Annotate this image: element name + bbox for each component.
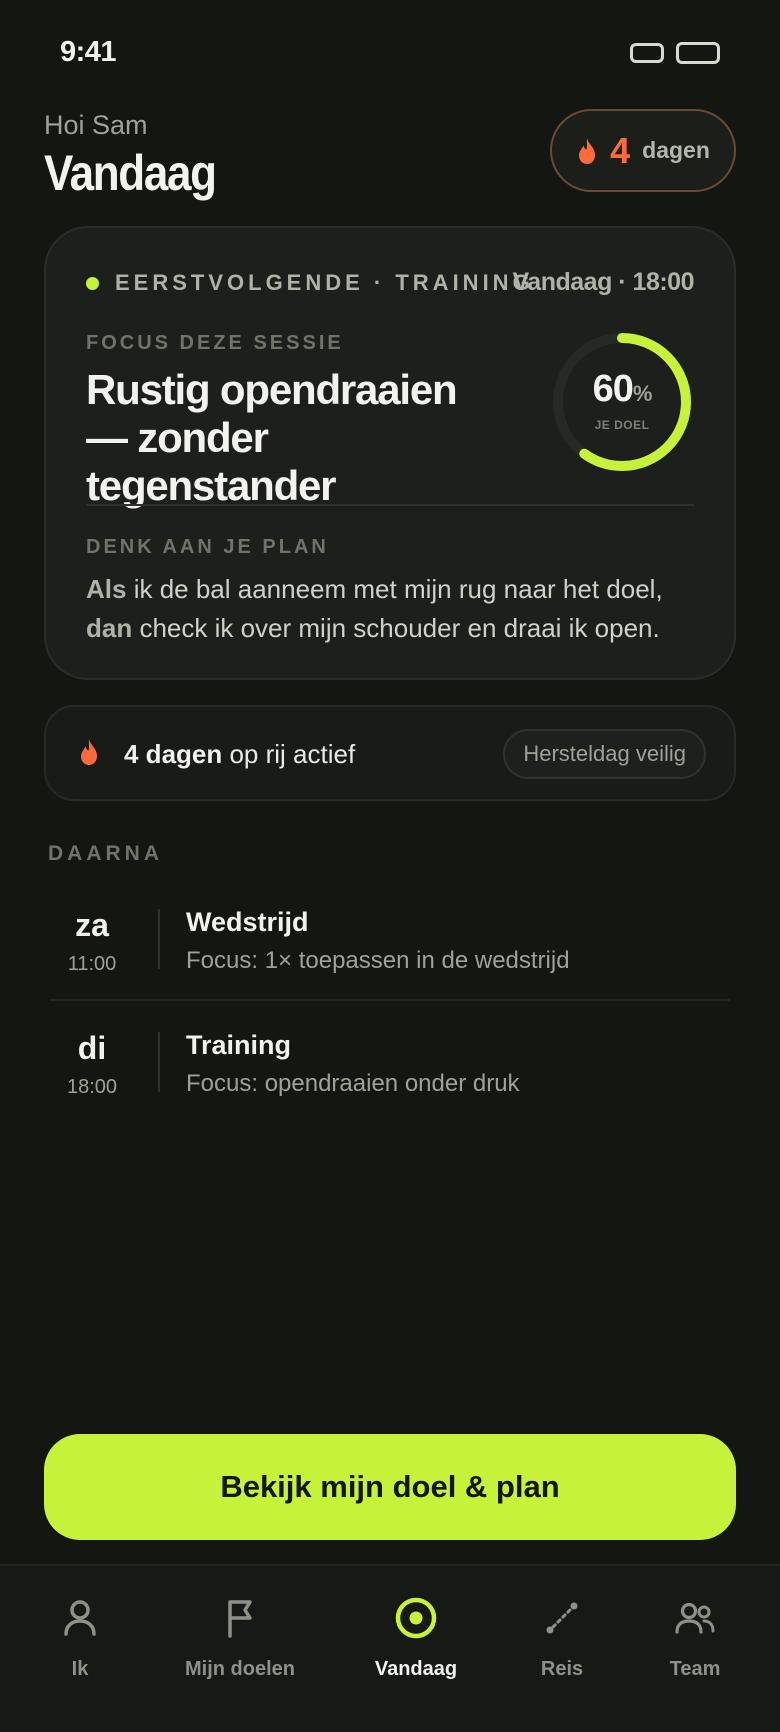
item-day: di: [77, 1030, 107, 1066]
signal-icon: [630, 43, 664, 63]
tab-vandaag[interactable]: Vandaag: [336, 1594, 496, 1681]
bottom-nav: Ik Mijn doelen Vandaag Reis Team: [0, 1564, 780, 1732]
journey-icon: [546, 1602, 578, 1634]
upcoming-label: DAARNA: [48, 842, 163, 865]
streak-badge[interactable]: 4 dagen: [550, 109, 736, 192]
status-time: 9:41: [60, 36, 117, 68]
tab-team[interactable]: Team: [615, 1594, 775, 1681]
status-bar: 9:41: [0, 0, 780, 100]
page-title: Vandaag: [44, 145, 217, 201]
session-kicker: EERSTVOLGENDE · TRAINING: [86, 270, 534, 296]
recovery-day-chip[interactable]: Hersteldag veilig: [503, 729, 706, 779]
streak-label: dagen: [642, 137, 710, 163]
battery-icon: [676, 42, 720, 64]
upcoming-item[interactable]: di 18:00 Training Focus: opendraaien ond…: [50, 1030, 730, 1140]
plan-text: Als ik de bal aanneem met mijn rug naar …: [86, 574, 663, 643]
item-focus: Focus: 1× toepassen in de wedstrijd: [186, 947, 570, 974]
plan-label: DENK AAN JE PLAN: [86, 536, 329, 558]
next-session-card[interactable]: EERSTVOLGENDE · TRAINING Vandaag · 18:00…: [44, 226, 736, 680]
app-screen: 9:41 Hoi Sam Vandaag 4 dagen EERSTVOLGEN…: [0, 0, 780, 1732]
progress-caption: JE DOEL: [594, 418, 650, 432]
view-goal-plan-button[interactable]: Bekijk mijn doel & plan: [44, 1434, 736, 1540]
session-type: EERSTVOLGENDE · TRAINING: [115, 270, 534, 295]
streak-count: 4: [610, 129, 631, 171]
card-divider: [86, 504, 694, 506]
item-name: Wedstrijd: [186, 907, 309, 937]
streak-row[interactable]: 4 dagen op rij actief Hersteldag veilig: [44, 705, 736, 801]
streak-text: 4 dagen op rij actief: [124, 739, 356, 769]
item-focus: Focus: opendraaien onder druk: [186, 1070, 520, 1097]
item-divider: [158, 909, 160, 969]
session-focus: Rustig opendraaien — zonder tegenstander: [86, 366, 458, 509]
item-time: 11:00: [67, 953, 117, 975]
tab-ik[interactable]: Ik: [0, 1594, 160, 1681]
item-time: 18:00: [66, 1076, 118, 1098]
item-name: Training: [186, 1030, 292, 1060]
progress-value: 60%: [592, 368, 653, 410]
tab-mijn-doelen[interactable]: Mijn doelen: [160, 1594, 320, 1681]
focus-label: FOCUS DEZE SESSIE: [86, 332, 344, 354]
tab-label: Team: [669, 1658, 721, 1680]
tab-label: Vandaag: [374, 1658, 458, 1680]
person-icon: [64, 1600, 96, 1636]
goal-progress-ring: 60% JE DOEL: [550, 330, 694, 474]
status-dot: [86, 276, 99, 290]
item-day: za: [75, 907, 109, 943]
tab-label: Mijn doelen: [185, 1658, 295, 1680]
greeting: Hoi Sam: [44, 110, 148, 140]
tab-label: Ik: [71, 1658, 89, 1680]
list-divider: [50, 999, 730, 1001]
target-icon: [395, 1597, 437, 1639]
session-time: Vandaag · 18:00: [512, 268, 695, 296]
flag-icon: [228, 1600, 252, 1638]
flame-icon: [579, 137, 596, 164]
flame-icon: [81, 739, 97, 765]
item-divider: [158, 1032, 160, 1092]
team-icon: [675, 1602, 715, 1634]
